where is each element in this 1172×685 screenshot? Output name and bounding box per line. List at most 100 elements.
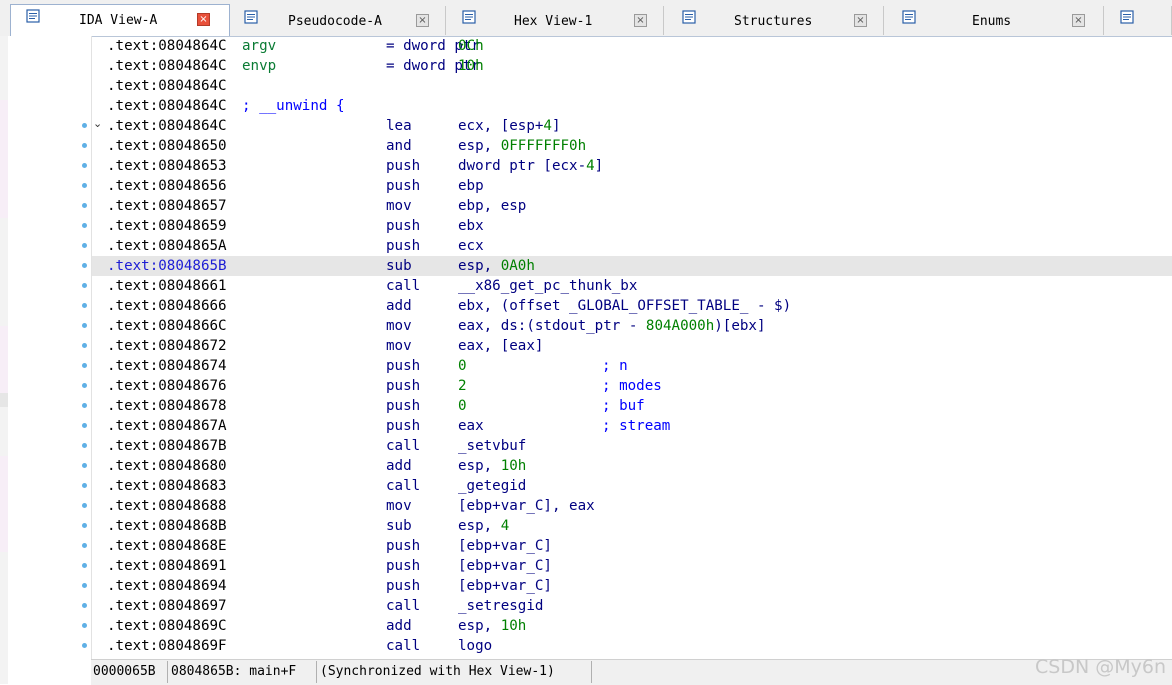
disasm-line[interactable]: .text:08048691 push [ebp+var_C] — [92, 556, 1172, 576]
disasm-line[interactable]: .text:0804868B sub esp, 4 — [92, 516, 1172, 536]
disasm-line[interactable]: .text:08048678 push 0 ; buf — [92, 396, 1172, 416]
line-mnemonic: push — [386, 398, 421, 414]
close-icon[interactable]: × — [634, 14, 647, 27]
tab-hex-view-1[interactable]: Hex View-1 × — [448, 6, 664, 35]
line-operands: esp, 10h — [458, 618, 527, 634]
line-address: .text:0804868B — [107, 518, 227, 534]
line-operands: logo — [458, 638, 493, 654]
line-operands: _getegid — [458, 478, 527, 494]
line-mnemonic: push — [386, 158, 421, 174]
disasm-line[interactable]: .text:0804866C mov eax, ds:(stdout_ptr - 8… — [92, 316, 1172, 336]
disasm-line[interactable]: .text:08048680 add esp, 10h — [92, 456, 1172, 476]
line-mnemonic: push — [386, 378, 421, 394]
line-mnemonic: and — [386, 138, 412, 154]
flow-dot-icon — [82, 183, 87, 188]
disasm-line[interactable]: .text:08048676 push 2 ; modes — [92, 376, 1172, 396]
flow-dot-icon — [82, 503, 87, 508]
disasm-line[interactable]: .text:0804864C ; __unwind { — [92, 96, 1172, 116]
ida-view-icon — [26, 9, 40, 23]
line-address: .text:08048678 — [107, 398, 227, 414]
line-mnemonic: sub — [386, 518, 412, 534]
imports-icon — [1120, 10, 1134, 24]
flow-dot-icon — [82, 563, 87, 568]
line-operands: _setvbuf — [458, 438, 527, 454]
line-address: .text:08048661 — [107, 278, 227, 294]
disasm-line[interactable]: .text:0804864C argv = dword ptr 0Ch — [92, 36, 1172, 56]
line-mnemonic: call — [386, 638, 421, 654]
line-address: .text:08048691 — [107, 558, 227, 574]
line-operands: __x86_get_pc_thunk_bx — [458, 278, 638, 294]
line-operands: 0 — [458, 358, 467, 374]
line-comment: ; modes — [602, 378, 662, 394]
line-mnemonic: add — [386, 618, 412, 634]
line-operands: esp, 10h — [458, 458, 527, 474]
disasm-line[interactable]: .text:0804864C — [92, 76, 1172, 96]
disasm-line[interactable]: .text:08048694 push [ebp+var_C] — [92, 576, 1172, 596]
tab-ida-view-a[interactable]: IDA View-A × — [10, 4, 230, 36]
disassembly-view[interactable]: .text:0804864C argv = dword ptr 0Ch .text:08… — [92, 36, 1172, 658]
disasm-line[interactable]: .text:0804868E push [ebp+var_C] — [92, 536, 1172, 556]
flow-dot-icon — [82, 383, 87, 388]
hex-view-icon — [462, 10, 476, 24]
disasm-line[interactable]: .text:0804869F call logo — [92, 636, 1172, 656]
line-operands: 0Ch — [458, 38, 484, 54]
disasm-line[interactable]: .text:08048674 push 0 ; n — [92, 356, 1172, 376]
tab-label: Enums — [972, 14, 1012, 29]
line-mnemonic: call — [386, 598, 421, 614]
disasm-line[interactable]: .text:0804869C add esp, 10h — [92, 616, 1172, 636]
tab-structures[interactable]: Structures × — [666, 6, 884, 35]
disasm-line[interactable]: .text:0804864C envp = dword ptr 10h — [92, 56, 1172, 76]
line-operands: eax — [458, 418, 484, 434]
line-address: .text:0804865B — [107, 258, 227, 274]
strip-marker — [0, 456, 8, 552]
line-address: .text:0804864C — [107, 118, 227, 134]
disasm-line[interactable]: .text:08048650 and esp, 0FFFFFFF0h — [92, 136, 1172, 156]
disasm-line[interactable]: .text:08048661 call __x86_get_pc_thunk_bx — [92, 276, 1172, 296]
tab-pseudocode-a[interactable]: Pseudocode-A × — [232, 6, 446, 35]
status-sync: (Synchronized with Hex View-1) — [318, 661, 592, 683]
line-mnemonic: push — [386, 358, 421, 374]
disasm-line[interactable]: .text:0804865A push ecx — [92, 236, 1172, 256]
disasm-line[interactable]: .text:0804865B sub esp, 0A0h — [92, 256, 1172, 276]
flow-dot-icon — [82, 283, 87, 288]
line-mnemonic: push — [386, 538, 421, 554]
disasm-line[interactable]: .text:0804864C lea ecx, [esp+4] — [92, 116, 1172, 136]
line-operands: ecx, [esp+4] — [458, 118, 561, 134]
disasm-line[interactable]: .text:0804867B call _setvbuf — [92, 436, 1172, 456]
close-icon[interactable]: × — [854, 14, 867, 27]
close-icon[interactable]: × — [197, 13, 210, 26]
line-address: .text:08048653 — [107, 158, 227, 174]
line-operands: esp, 4 — [458, 518, 510, 534]
line-label: envp — [242, 58, 277, 74]
disasm-line[interactable]: .text:08048653 push dword ptr [ecx-4] — [92, 156, 1172, 176]
disasm-line[interactable]: .text:08048656 push ebp — [92, 176, 1172, 196]
line-address: .text:08048666 — [107, 298, 227, 314]
disasm-line[interactable]: .text:08048697 call _setresgid — [92, 596, 1172, 616]
close-icon[interactable]: × — [416, 14, 429, 27]
tab-label: Structures — [734, 14, 813, 29]
line-mnemonic: lea — [386, 118, 412, 134]
disasm-line[interactable]: .text:08048666 add ebx, (offset _GLOBAL_OF… — [92, 296, 1172, 316]
line-address: .text:08048674 — [107, 358, 227, 374]
flow-dot-icon — [82, 603, 87, 608]
enums-icon — [902, 10, 916, 24]
disasm-line[interactable]: .text:0804867A push eax ; stream — [92, 416, 1172, 436]
strip-marker — [0, 100, 8, 218]
flow-dot-icon — [82, 523, 87, 528]
flow-dot-icon — [82, 143, 87, 148]
tab-imports[interactable] — [1106, 6, 1172, 35]
status-bar: 0000065B 0804865B: main+F (Synchronized … — [91, 659, 1172, 685]
disasm-line[interactable]: .text:08048688 mov [ebp+var_C], eax — [92, 496, 1172, 516]
disasm-line[interactable]: .text:08048659 push ebx — [92, 216, 1172, 236]
flow-dot-icon — [82, 363, 87, 368]
close-icon[interactable]: × — [1072, 14, 1085, 27]
line-mnemonic: push — [386, 418, 421, 434]
line-address: .text:0804864C — [107, 78, 227, 94]
disasm-line[interactable]: .text:08048672 mov eax, [eax] — [92, 336, 1172, 356]
line-mnemonic: add — [386, 298, 412, 314]
disasm-line[interactable]: .text:08048657 mov ebp, esp — [92, 196, 1172, 216]
flow-dot-icon — [82, 463, 87, 468]
tab-enums[interactable]: Enums × — [886, 6, 1104, 35]
flow-dot-icon — [82, 243, 87, 248]
disasm-line[interactable]: .text:08048683 call _getegid — [92, 476, 1172, 496]
